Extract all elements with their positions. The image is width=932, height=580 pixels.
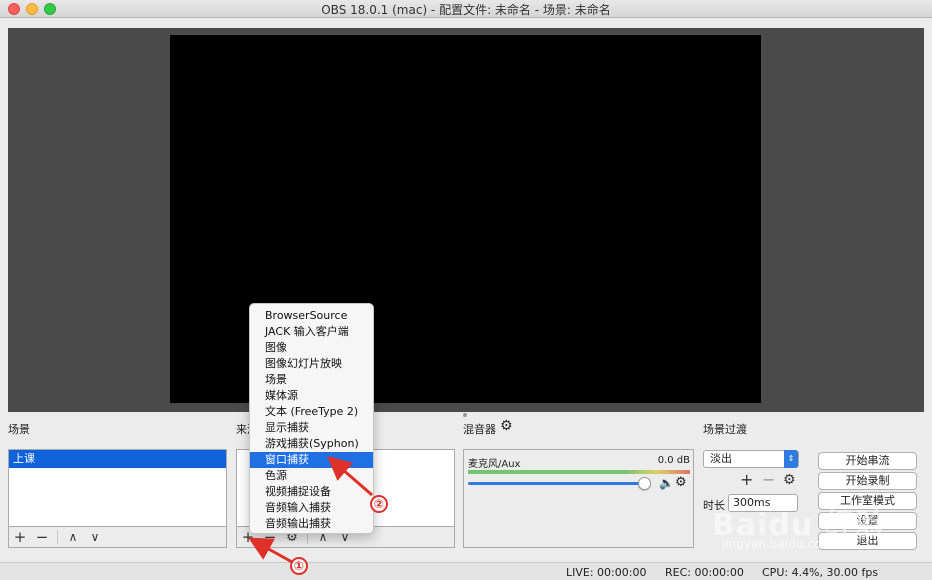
splitter-handle[interactable] (463, 413, 467, 417)
toolbar-divider (57, 530, 58, 544)
speaker-icon[interactable]: 🔈 (659, 476, 674, 490)
transition-gear-icon[interactable]: ⚙ (783, 472, 796, 488)
transition-select-value: 淡出 (710, 452, 732, 465)
annotation-step-2: ② (370, 495, 388, 513)
remove-transition-minus-icon[interactable]: − (762, 470, 775, 489)
menu-item-text-freetype[interactable]: 文本 (FreeType 2) (250, 404, 373, 420)
transition-select[interactable]: 淡出 ⇕ (703, 450, 799, 468)
menu-item-jack-input[interactable]: JACK 输入客户端 (250, 324, 373, 340)
window-title: OBS 18.0.1 (mac) - 配置文件: 未命名 - 场景: 未命名 (321, 3, 611, 17)
remove-scene-minus-icon[interactable]: − (31, 527, 53, 547)
menu-item-color-source[interactable]: 色源 (250, 468, 373, 484)
move-scene-down-icon[interactable]: ∨ (84, 527, 106, 547)
baidu-watermark-url: jingyan.baidu.com (722, 537, 833, 551)
add-scene-plus-icon[interactable]: + (9, 527, 31, 547)
menu-item-video-capture-device[interactable]: 视频捕捉设备 (250, 484, 373, 500)
mixer-settings-gear-icon[interactable]: ⚙ (500, 418, 513, 434)
scenes-heading: 场景 (8, 423, 30, 436)
scene-item-selected[interactable]: 上课 (9, 450, 226, 468)
transitions-heading: 场景过渡 (703, 423, 747, 436)
menu-item-display-capture[interactable]: 显示捕获 (250, 420, 373, 436)
annotation-step-1: ① (290, 557, 308, 575)
menu-item-image-slideshow[interactable]: 图像幻灯片放映 (250, 356, 373, 372)
scenes-list[interactable]: 上课 (8, 449, 227, 527)
preview-area (8, 28, 924, 412)
volume-slider-handle[interactable] (638, 477, 652, 490)
live-status: LIVE: 00:00:00 (566, 566, 647, 579)
menu-item-game-capture[interactable]: 游戏捕获(Syphon) (250, 436, 373, 452)
menu-item-audio-output-capture[interactable]: 音频输出捕获 (250, 516, 373, 532)
menu-item-image[interactable]: 图像 (250, 340, 373, 356)
add-source-context-menu: BrowserSource JACK 输入客户端 图像 图像幻灯片放映 场景 媒… (249, 303, 374, 534)
mixer-channel-gear-icon[interactable]: ⚙ (675, 475, 687, 490)
add-transition-plus-icon[interactable]: + (740, 470, 753, 489)
rec-status: REC: 00:00:00 (665, 566, 744, 579)
move-scene-up-icon[interactable]: ∧ (62, 527, 84, 547)
title-bar: OBS 18.0.1 (mac) - 配置文件: 未命名 - 场景: 未命名 (0, 0, 932, 18)
mixer-channel-level: 0.0 dB (657, 455, 690, 466)
cpu-status: CPU: 4.4%, 30.00 fps (762, 566, 879, 579)
mixer-channel-name: 麦克风/Aux (468, 459, 521, 470)
start-stream-button[interactable]: 开始串流 (818, 452, 917, 470)
menu-item-audio-input-capture[interactable]: 音频输入捕获 (250, 500, 373, 516)
menu-item-browser-source[interactable]: BrowserSource (250, 308, 373, 324)
audio-mixer: 麦克风/Aux 0.0 dB 🔈 ⚙ (463, 449, 694, 548)
status-bar: LIVE: 00:00:00 REC: 00:00:00 CPU: 4.4%, … (0, 562, 932, 580)
select-arrow-icon: ⇕ (784, 450, 798, 468)
menu-item-media-source[interactable]: 媒体源 (250, 388, 373, 404)
scenes-toolbar: + − ∧ ∨ (8, 527, 227, 548)
mixer-channel-header: 麦克风/Aux 0.0 dB (468, 455, 690, 470)
volume-meter (468, 470, 690, 474)
mixer-heading: 混音器 (463, 423, 496, 436)
menu-item-scene[interactable]: 场景 (250, 372, 373, 388)
start-record-button[interactable]: 开始录制 (818, 472, 917, 490)
volume-slider-track[interactable] (468, 482, 648, 485)
menu-item-window-capture[interactable]: 窗口捕获 (250, 452, 373, 468)
